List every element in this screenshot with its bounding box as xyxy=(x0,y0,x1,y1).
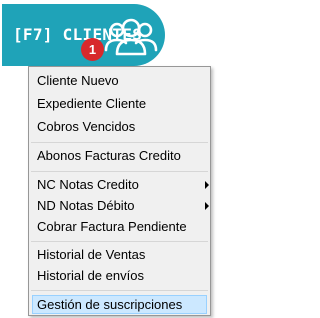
notification-badge: 1 xyxy=(81,38,104,61)
menu-item-cliente-nuevo[interactable]: Cliente Nuevo xyxy=(37,71,119,91)
menu-separator xyxy=(31,171,208,172)
submenu-arrow-icon xyxy=(205,202,209,210)
menu-item-historial-ventas[interactable]: Historial de Ventas xyxy=(37,245,145,265)
menu-item-gestion-suscripciones[interactable]: Gestión de suscripciones xyxy=(37,295,182,315)
menu-item-nc-notas-credito[interactable]: NC Notas Credito xyxy=(37,175,139,195)
menu-item-abonos-facturas-credito[interactable]: Abonos Facturas Credito xyxy=(37,146,181,166)
submenu-arrow-icon xyxy=(205,181,209,189)
menu-item-cobros-vencidos[interactable]: Cobros Vencidos xyxy=(37,117,135,137)
menu-separator xyxy=(31,290,208,291)
menu-item-cobrar-factura-pendiente[interactable]: Cobrar Factura Pendiente xyxy=(37,217,187,237)
menu-separator xyxy=(31,142,208,143)
menu-item-historial-envios[interactable]: Historial de envíos xyxy=(37,266,144,286)
users-group-icon xyxy=(104,18,158,56)
menu-item-nd-notas-debito[interactable]: ND Notas Débito xyxy=(37,196,135,216)
menu-item-expediente-cliente[interactable]: Expediente Cliente xyxy=(37,94,146,114)
context-menu: Cliente Nuevo Expediente Cliente Cobros … xyxy=(28,66,211,316)
menu-separator xyxy=(31,241,208,242)
clientes-button[interactable]: [F7] CLIENTES 1 xyxy=(2,4,165,66)
